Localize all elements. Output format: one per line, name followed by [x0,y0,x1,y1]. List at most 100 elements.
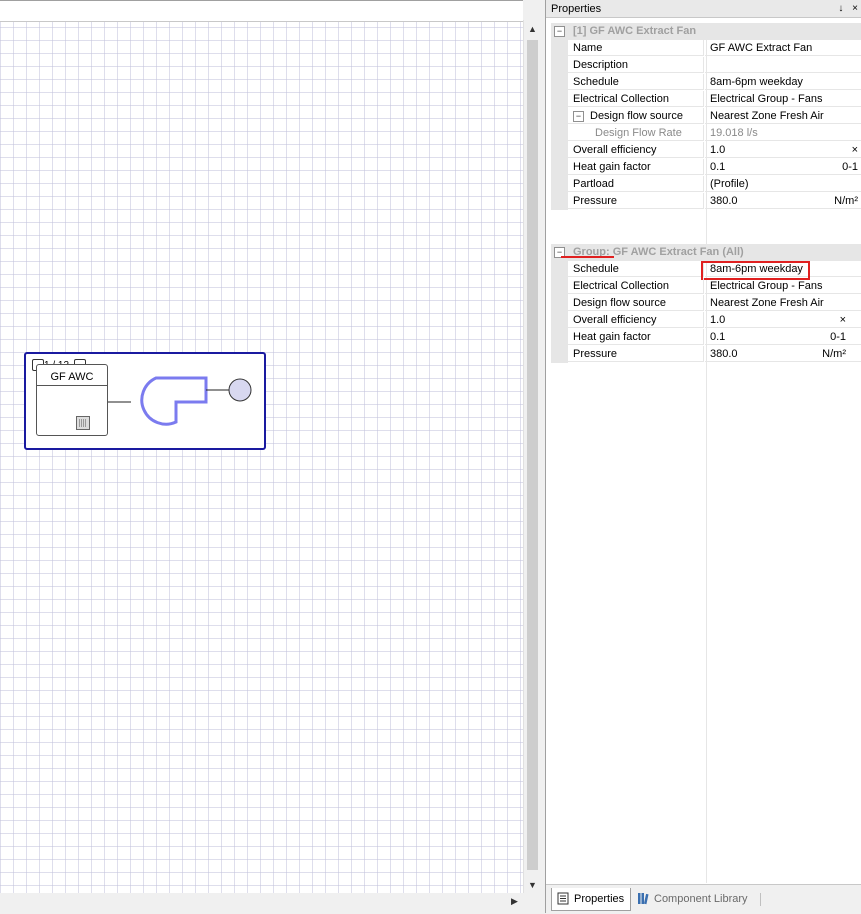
scroll-right-icon[interactable]: ▶ [506,893,523,910]
row-gutter [551,193,568,210]
unit-text: N/m² [822,348,846,360]
property-row[interactable]: Overall efficiency 1.0 × [551,312,861,329]
unit-text: × [851,144,858,156]
property-value[interactable]: 380.0 N/m² [705,193,861,209]
tab-separator [760,893,761,906]
property-name: Schedule [568,261,704,277]
property-name: Pressure [568,193,704,209]
unit-text: 0-1 [842,161,858,173]
unit-text: 0-1 [830,331,846,343]
row-gutter [551,176,568,193]
property-grid: − [1] GF AWC Extract Fan Name GF AWC Ext… [551,23,861,883]
property-row[interactable]: Design flow source Nearest Zone Fresh Ai… [551,295,861,312]
value-text: (Profile) [710,178,749,190]
row-gutter [551,91,568,108]
property-name: Electrical Collection [568,278,704,294]
property-row[interactable]: Description [551,57,861,74]
tab-component-library[interactable]: Component Library [632,888,754,910]
property-name: Partload [568,176,704,192]
property-row[interactable]: Schedule 8am-6pm weekday [551,74,861,91]
property-value[interactable]: 0.1 0-1 [705,159,861,175]
category-header[interactable]: − [1] GF AWC Extract Fan [551,23,861,40]
properties-panel: Properties ↓ × − [1] GF AWC Extract Fan … [545,0,861,914]
property-name: Heat gain factor [568,159,704,175]
scroll-up-icon[interactable]: ▲ [524,20,541,37]
row-gutter [551,74,568,91]
property-row[interactable]: Name GF AWC Extract Fan [551,40,861,57]
close-icon[interactable]: × [852,3,858,14]
category-header[interactable]: − Group: GF AWC Extract Fan (All) [551,244,861,261]
properties-icon [557,892,569,905]
property-value[interactable]: Electrical Group - Fans [705,278,861,294]
property-row[interactable]: Design Flow Rate 19.018 l/s [551,125,861,142]
property-value[interactable]: Nearest Zone Fresh Air [705,295,861,311]
tab-properties[interactable]: Properties [551,888,632,911]
property-value[interactable]: 1.0 × [705,142,861,158]
property-row[interactable]: Heat gain factor 0.1 0-1 [551,159,861,176]
property-row[interactable]: Overall efficiency 1.0 × [551,142,861,159]
value-text: 0.1 [710,161,726,173]
property-value[interactable] [705,57,861,73]
scroll-thumb[interactable] [527,40,538,870]
property-name: Schedule [568,74,704,90]
value-text: 380.0 [710,348,738,360]
tab-label: Component Library [654,893,748,905]
panel-header: Properties ↓ × [546,0,861,18]
property-value[interactable]: Nearest Zone Fresh Air [705,108,861,124]
vertical-scrollbar[interactable]: ▲ ▼ [523,20,541,893]
row-gutter [551,278,568,295]
fan-component[interactable]: 1 / 12 GF AWC [24,352,266,450]
canvas-toolbar-strip [0,1,523,22]
property-row[interactable]: Pressure 380.0 N/m² [551,193,861,210]
row-gutter [551,142,568,159]
property-name: Name [568,40,704,56]
property-row[interactable]: Electrical Collection Electrical Group -… [551,278,861,295]
row-gutter [551,125,568,142]
unit-text: × [839,314,846,326]
panel-title: Properties [551,3,602,15]
property-name: Heat gain factor [568,329,704,345]
property-name: Description [568,57,704,73]
value-text: Electrical Group - Fans [710,280,823,292]
property-name: Design Flow Rate [568,125,704,141]
property-value[interactable]: (Profile) [705,176,861,192]
pin-icon[interactable]: ↓ [838,3,843,14]
property-value[interactable]: 380.0 N/m² [705,346,861,362]
row-gutter [551,295,568,312]
row-gutter [551,108,568,125]
property-row[interactable]: Pressure 380.0 N/m² [551,346,861,363]
property-name: Overall efficiency [568,312,704,328]
property-name: Electrical Collection [568,91,704,107]
property-value[interactable]: 8am-6pm weekday [705,74,861,90]
property-value[interactable]: 0.1 0-1 [705,329,861,345]
property-value[interactable]: Electrical Group - Fans [705,91,861,107]
collapse-icon[interactable]: − [573,111,584,122]
property-value[interactable]: GF AWC Extract Fan [705,40,861,56]
row-gutter [551,261,568,278]
property-value: 19.018 l/s [705,125,861,141]
value-text: 19.018 l/s [710,127,758,139]
property-value[interactable]: 1.0 × [705,312,861,328]
row-gutter [551,346,568,363]
value-text: 0.1 [710,331,726,343]
value-text: Nearest Zone Fresh Air [710,110,824,122]
row-gutter [551,312,568,329]
property-row[interactable]: Partload (Profile) [551,176,861,193]
value-text: Nearest Zone Fresh Air [710,297,824,309]
property-name: Design flow source [568,295,704,311]
property-name: Pressure [568,346,704,362]
value-text: Electrical Group - Fans [710,93,823,105]
property-row[interactable]: Design flow source − Nearest Zone Fresh … [551,108,861,125]
collapse-icon[interactable]: − [554,26,565,37]
property-row[interactable]: Heat gain factor 0.1 0-1 [551,329,861,346]
schematic-canvas[interactable]: 1 / 12 GF AWC [0,0,523,894]
row-gutter [551,329,568,346]
row-gutter [551,57,568,74]
category-title: Group: GF AWC Extract Fan (All) [573,246,744,258]
property-row[interactable]: Electrical Collection Electrical Group -… [551,91,861,108]
unit-text: N/m² [834,195,858,207]
scroll-down-icon[interactable]: ▼ [524,876,541,893]
value-text: 380.0 [710,195,738,207]
row-gutter [551,40,568,57]
horizontal-scrollbar[interactable]: ▶ [0,893,540,913]
